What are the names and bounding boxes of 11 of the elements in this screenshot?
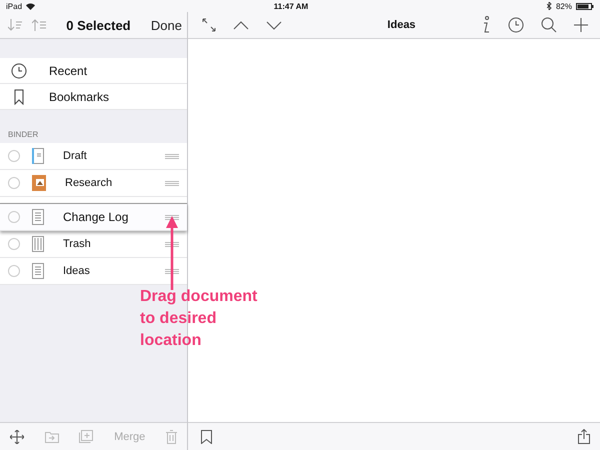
battery-percent: 82% — [556, 2, 572, 10]
sidebar-item[interactable]: Bookmarks — [0, 84, 187, 110]
sidebar-item[interactable]: Recent — [0, 58, 187, 84]
selection-title: 0 Selected — [65, 18, 132, 32]
section-header: BINDER — [7, 129, 40, 141]
done-button[interactable]: Done — [150, 18, 182, 32]
annotation-text: Drag document to desired location — [140, 287, 258, 351]
device-name: iPad — [6, 2, 22, 10]
document-title: Ideas — [386, 19, 417, 31]
dragged-binder-item[interactable]: Change Log — [0, 203, 187, 231]
clock-time: 11:47 AM — [272, 2, 310, 10]
